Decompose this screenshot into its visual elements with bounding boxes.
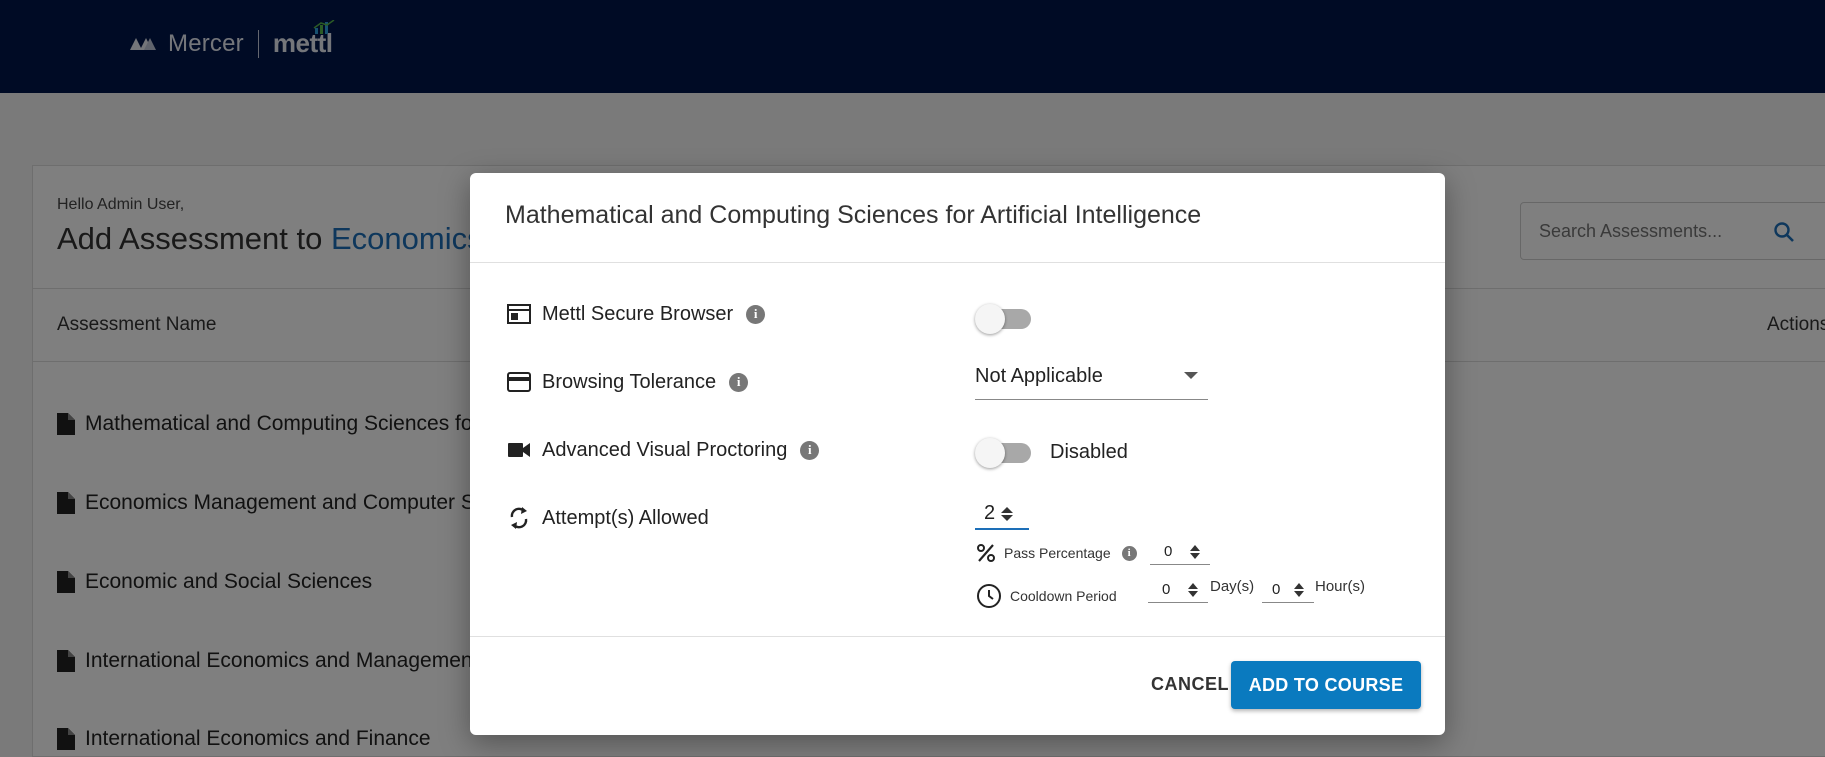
cooldown-days-unit: Day(s) xyxy=(1210,578,1255,595)
info-icon[interactable]: i xyxy=(746,304,766,324)
divider xyxy=(470,262,1445,263)
stepper-arrows[interactable] xyxy=(1188,582,1199,597)
cooldown-period-row: Cooldown Period xyxy=(976,583,1117,609)
pass-percentage-label: Pass Percentage xyxy=(1004,545,1111,561)
decrement-icon[interactable] xyxy=(1190,552,1201,559)
percent-icon xyxy=(977,544,995,562)
attempts-stepper[interactable]: 2 xyxy=(984,502,1014,525)
pass-percentage-row: Pass Percentage i xyxy=(976,543,1137,563)
pass-percentage-stepper[interactable]: 0 xyxy=(1150,539,1210,565)
increment-icon[interactable] xyxy=(1190,544,1201,551)
cooldown-period-label: Cooldown Period xyxy=(1010,588,1117,604)
increment-icon[interactable] xyxy=(1294,582,1305,589)
stepper-arrows[interactable] xyxy=(1294,582,1305,597)
decrement-icon[interactable] xyxy=(1188,590,1199,597)
refresh-icon xyxy=(506,505,532,531)
attempts-label: Attempt(s) Allowed xyxy=(542,506,709,529)
clock-icon xyxy=(977,584,1001,608)
stepper-arrows[interactable] xyxy=(1001,506,1014,521)
cooldown-days-stepper[interactable]: 0 xyxy=(1148,577,1208,603)
decrement-icon[interactable] xyxy=(1294,590,1305,597)
browsing-tolerance-select[interactable]: Not Applicable xyxy=(975,354,1208,400)
assessment-settings-dialog: Mathematical and Computing Sciences for … xyxy=(470,173,1445,735)
secure-browser-row: Mettl Secure Browser i xyxy=(506,301,766,327)
toggle-thumb xyxy=(975,304,1005,334)
info-icon[interactable]: i xyxy=(1121,545,1137,561)
visual-proctoring-status: Disabled xyxy=(1050,441,1128,463)
decrement-icon[interactable] xyxy=(1001,514,1014,521)
select-value: Not Applicable xyxy=(975,365,1103,387)
cooldown-hours-unit: Hour(s) xyxy=(1315,578,1366,595)
credit-card-icon xyxy=(506,369,532,395)
stepper-arrows[interactable] xyxy=(1190,544,1201,559)
cooldown-hours-stepper[interactable]: 0 xyxy=(1262,577,1314,603)
dialog-title: Mathematical and Computing Sciences for … xyxy=(505,201,1202,229)
browsing-tolerance-row: Browsing Tolerance i xyxy=(506,369,749,395)
increment-icon[interactable] xyxy=(1188,582,1199,589)
attempts-underline xyxy=(975,528,1029,530)
secure-browser-toggle[interactable] xyxy=(975,303,1031,334)
info-icon[interactable]: i xyxy=(800,440,820,460)
cooldown-days-value: 0 xyxy=(1162,581,1171,598)
secure-browser-label: Mettl Secure Browser xyxy=(542,302,734,325)
info-icon[interactable]: i xyxy=(729,372,749,392)
pass-percentage-value: 0 xyxy=(1164,543,1173,560)
browsing-tolerance-label: Browsing Tolerance xyxy=(542,370,717,393)
increment-icon[interactable] xyxy=(1001,506,1014,513)
chevron-down-icon xyxy=(1184,372,1198,379)
add-to-course-button[interactable]: ADD TO COURSE xyxy=(1231,661,1421,709)
video-camera-icon xyxy=(506,437,532,463)
toggle-thumb xyxy=(975,438,1005,468)
browser-window-icon xyxy=(506,301,532,327)
attempts-row: Attempt(s) Allowed xyxy=(506,505,709,531)
visual-proctoring-label: Advanced Visual Proctoring xyxy=(542,438,788,461)
divider xyxy=(470,636,1445,637)
visual-proctoring-row: Advanced Visual Proctoring i xyxy=(506,437,820,463)
cooldown-hours-value: 0 xyxy=(1272,581,1281,598)
visual-proctoring-toggle[interactable] xyxy=(975,437,1031,468)
attempts-value: 2 xyxy=(984,502,996,524)
